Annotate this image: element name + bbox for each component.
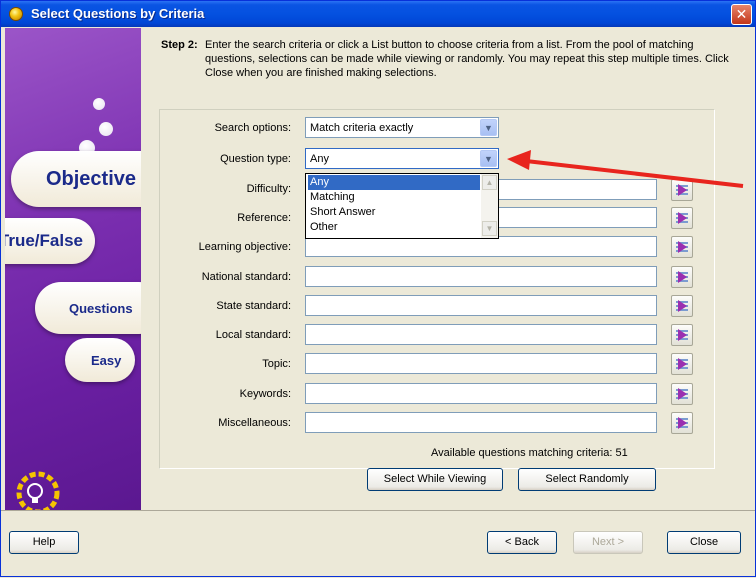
miscellaneous-field[interactable] <box>305 412 657 433</box>
footer-bar: Help < Back Next > Close <box>1 510 755 576</box>
chevron-down-icon[interactable]: ▼ <box>480 150 497 167</box>
dropdown-option[interactable]: Short Answer <box>308 205 480 220</box>
state-standard-list-button[interactable] <box>671 295 693 317</box>
questions-pill: Questions <box>35 282 141 334</box>
sidebar-art: Objective True/False Questions Easy <box>5 28 141 510</box>
title-bar[interactable]: Select Questions by Criteria ✕ <box>1 1 755 27</box>
question-type-value: Any <box>310 153 329 165</box>
dialog-window: Select Questions by Criteria ✕ Objective… <box>0 0 756 577</box>
dropdown-option[interactable]: Other <box>308 220 480 235</box>
learning-objective-label: Learning objective: <box>198 241 291 253</box>
list-picker-icon <box>676 212 688 224</box>
search-options-label: Search options: <box>214 122 291 134</box>
next-button: Next > <box>573 531 643 554</box>
list-picker-icon <box>676 417 688 429</box>
list-picker-icon <box>676 271 688 283</box>
miscellaneous-list-button[interactable] <box>671 412 693 434</box>
keywords-label: Keywords: <box>239 388 291 400</box>
list-picker-icon <box>676 300 688 312</box>
help-button[interactable]: Help <box>9 531 79 554</box>
learning-objective-list-button[interactable] <box>671 236 693 258</box>
list-picker-icon <box>676 184 688 196</box>
reference-list-button[interactable] <box>671 207 693 229</box>
chevron-down-icon[interactable]: ▼ <box>482 221 497 236</box>
close-button[interactable]: Close <box>667 531 741 554</box>
local-standard-list-button[interactable] <box>671 324 693 346</box>
select-randomly-button[interactable]: Select Randomly <box>518 468 656 491</box>
miscellaneous-label: Miscellaneous: <box>218 417 291 429</box>
state-standard-label: State standard: <box>216 300 291 312</box>
dropdown-option[interactable]: Matching <box>308 190 480 205</box>
close-window-button[interactable]: ✕ <box>731 4 752 25</box>
select-while-viewing-button[interactable]: Select While Viewing <box>367 468 503 491</box>
step-label: Step 2: <box>161 39 198 51</box>
list-picker-icon <box>676 329 688 341</box>
national-standard-list-button[interactable] <box>671 266 693 288</box>
dropdown-scrollbar[interactable]: ▲ ▼ <box>481 174 498 238</box>
back-button[interactable]: < Back <box>487 531 557 554</box>
list-picker-icon <box>676 358 688 370</box>
question-type-label: Question type: <box>220 153 291 165</box>
easy-pill: Easy <box>65 338 135 382</box>
app-icon <box>9 7 23 21</box>
list-picker-icon <box>676 241 688 253</box>
chevron-down-icon[interactable]: ▼ <box>480 119 497 136</box>
search-options-value: Match criteria exactly <box>310 122 414 134</box>
state-standard-field[interactable] <box>305 295 657 316</box>
topic-label: Topic: <box>262 358 291 370</box>
bubble-decoration <box>99 122 113 136</box>
reference-label: Reference: <box>237 212 291 224</box>
chevron-up-icon[interactable]: ▲ <box>482 175 497 190</box>
step-text: Enter the search criteria or click a Lis… <box>205 39 729 79</box>
national-standard-field[interactable] <box>305 266 657 287</box>
difficulty-label: Difficulty: <box>246 183 291 195</box>
topic-list-button[interactable] <box>671 353 693 375</box>
keywords-list-button[interactable] <box>671 383 693 405</box>
match-count: Available questions matching criteria: 5… <box>431 447 628 459</box>
dropdown-option[interactable]: Any <box>308 175 480 190</box>
objective-pill: Objective <box>11 151 141 207</box>
question-type-dropdown-list: Any Matching Short Answer Other ▲ ▼ <box>305 173 499 239</box>
search-options-select[interactable]: Match criteria exactly ▼ <box>305 117 499 138</box>
step-instructions: Step 2: Enter the search criteria or cli… <box>161 38 741 80</box>
bubble-decoration <box>93 98 105 110</box>
local-standard-label: Local standard: <box>215 329 291 341</box>
learning-objective-field[interactable] <box>305 236 657 257</box>
window-title: Select Questions by Criteria <box>31 6 205 21</box>
lightbulb-icon <box>16 471 60 510</box>
local-standard-field[interactable] <box>305 324 657 345</box>
topic-field[interactable] <box>305 353 657 374</box>
true-false-pill: True/False <box>5 218 95 264</box>
list-picker-icon <box>676 388 688 400</box>
national-standard-label: National standard: <box>201 271 291 283</box>
difficulty-list-button[interactable] <box>671 179 693 201</box>
question-type-select[interactable]: Any ▼ <box>305 148 499 169</box>
keywords-field[interactable] <box>305 383 657 404</box>
